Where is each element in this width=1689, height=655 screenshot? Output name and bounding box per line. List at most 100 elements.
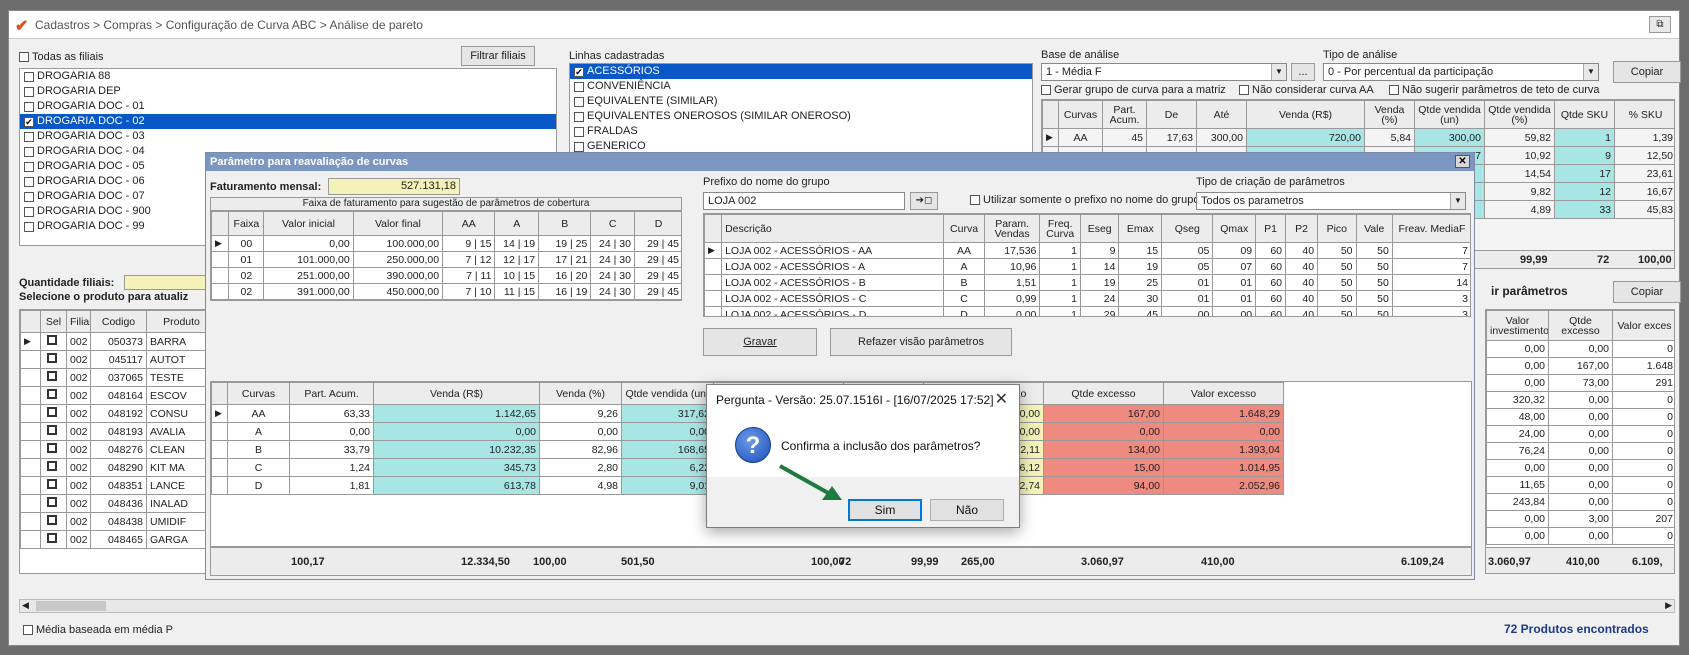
sel-cell[interactable] [40,530,67,549]
sel-checkbox[interactable] [47,443,57,453]
base-dots-button[interactable]: ... [1291,63,1315,81]
table-row[interactable]: 243,84 0,00 0 [1486,493,1674,511]
table-row[interactable]: 002 045117 AUTOT [20,350,214,369]
linha-checkbox[interactable] [574,96,584,107]
table-row[interactable]: 0,00 3,00 207 [1486,510,1674,528]
sel-checkbox[interactable] [47,335,57,345]
table-row[interactable]: 24,00 0,00 0 [1486,425,1674,443]
sel-checkbox[interactable] [47,515,57,525]
sel-cell[interactable] [40,368,67,387]
sim-button[interactable]: Sim [848,499,922,521]
table-row[interactable]: 002 048164 ESCOV [20,386,214,405]
prefixo-input[interactable]: LOJA 002 [703,192,905,210]
linha-checkbox[interactable] [574,141,584,152]
faturamento-field[interactable]: 527.131,18 [328,178,460,195]
maximize-button[interactable]: ⧉ [1649,16,1671,33]
sel-checkbox[interactable] [47,389,57,399]
sel-cell[interactable] [40,476,67,495]
table-row[interactable]: 11,65 0,00 0 [1486,476,1674,494]
filial-item[interactable]: DROGARIA 88 [20,69,556,84]
filial-item[interactable]: DROGARIA DOC - 01 [20,99,556,114]
table-row[interactable]: 0,00 73,00 291 [1486,374,1674,392]
nao-button[interactable]: Não [930,499,1004,521]
table-row[interactable]: 002 048438 UMIDIF [20,512,214,531]
copiar-right-button[interactable]: Copiar [1613,281,1681,303]
scroll-right-icon[interactable]: ▶ [1665,600,1672,611]
filial-checkbox[interactable] [24,131,34,142]
products-grid[interactable]: Sel Filial Codigo Produto ▶ 002 050373 BARRA 00… [19,309,215,574]
table-row[interactable]: ▶ AA 45 17,63 300,00 720,00 5,84 300,00 59,82 1 1,… [1042,128,1674,147]
table-row[interactable]: 320,32 0,00 0 [1486,391,1674,409]
sel-checkbox[interactable] [47,497,57,507]
horizontal-scrollbar[interactable]: ◀ ▶ [19,599,1675,613]
filial-checkbox[interactable] [24,221,34,232]
copiar-top-button[interactable]: Copiar [1613,61,1681,83]
faixa-grid[interactable]: Faixa de faturamento para sugestão de pa… [210,197,682,301]
panel-close-button[interactable]: ✕ [1455,155,1470,168]
filial-item[interactable]: DROGARIA DEP [20,84,556,99]
gerar-grupo-checkbox[interactable]: Gerar grupo de curva para a matriz [1041,84,1226,96]
filial-checkbox[interactable] [24,86,34,97]
table-row[interactable]: LOJA 002 - ACESSÓRIOS - A A 10,96 1 14 19 05 07… [704,258,1470,275]
table-row[interactable]: 02 391.000,00 450.000,00 7 | 10 11 | 15 16 | … [211,283,681,300]
filial-checkbox[interactable] [24,176,34,187]
linha-checkbox[interactable]: ✔ [574,66,584,77]
scroll-thumb[interactable] [36,601,106,611]
table-row[interactable]: LOJA 002 - ACESSÓRIOS - C C 0,99 1 24 30 01 01 6… [704,290,1470,307]
sel-checkbox[interactable] [47,461,57,471]
refazer-button[interactable]: Refazer visão parâmetros [830,328,1012,356]
sel-cell[interactable] [40,458,67,477]
table-row[interactable]: LOJA 002 - ACESSÓRIOS - D D 0,00 1 29 45 00 00 6… [704,306,1470,316]
linha-checkbox[interactable] [574,111,584,122]
linhas-list[interactable]: ✔ ACESSÓRIOS CONVENIÊNCIA EQUIVALENTE (SIMI… [569,63,1033,163]
linha-item[interactable]: FRALDAS [570,124,1032,139]
filial-checkbox[interactable] [24,191,34,202]
table-row[interactable]: LOJA 002 - ACESSÓRIOS - B B 1,51 1 19 25 01 01 6… [704,274,1470,291]
table-row[interactable]: 0,00 167,00 1.648 [1486,357,1674,375]
sel-cell[interactable] [40,422,67,441]
sel-checkbox[interactable] [47,353,57,363]
scroll-left-icon[interactable]: ◀ [22,600,29,611]
table-row[interactable]: 0,00 0,00 0 [1486,527,1674,545]
sel-cell[interactable] [40,386,67,405]
table-row[interactable]: 002 048436 INALAD [20,494,214,513]
right-excesso-grid[interactable]: Valor investimento Qtde excesso Valor exce… [1485,309,1675,574]
filial-checkbox[interactable] [24,101,34,112]
filial-item[interactable]: DROGARIA DOC - 03 [20,129,556,144]
nao-sugerir-checkbox[interactable]: Não sugerir parâmetros de teto de curva [1389,84,1600,96]
gravar-button[interactable]: Gravar [703,328,817,356]
descricao-grid[interactable]: Descrição Curva Param. Vendas Freq. Curva Es… [703,213,1471,317]
sel-cell[interactable] [40,494,67,513]
filial-item[interactable]: ✔ DROGARIA DOC - 02 [20,114,556,129]
tipo-criacao-select[interactable]: Todos os parametros ▼ [1196,192,1466,210]
prefixo-apply-button[interactable]: ➔◻ [910,192,938,210]
table-row[interactable]: 002 048351 LANCE [20,476,214,495]
table-row[interactable]: 002 048193 AVALIA [20,422,214,441]
table-row[interactable]: 0,00 0,00 0 [1486,340,1674,358]
sel-cell[interactable] [40,404,67,423]
usar-prefixo-checkbox[interactable]: Utilizar somente o prefixo no nome do gr… [970,194,1199,206]
linha-checkbox[interactable] [574,126,584,137]
table-row[interactable]: 002 048465 GARGA [20,530,214,549]
table-row[interactable]: ▶ 002 050373 BARRA [20,332,214,351]
filial-checkbox[interactable] [24,71,34,82]
filial-checkbox[interactable] [24,146,34,157]
sel-cell[interactable] [40,332,67,351]
media-checkbox[interactable]: Média baseada em média P [23,624,173,636]
sel-checkbox[interactable] [47,425,57,435]
filial-checkbox[interactable] [24,206,34,217]
table-row[interactable]: 01 101.000,00 250.000,00 7 | 12 12 | 17 17 | … [211,251,681,268]
linha-item[interactable]: EQUIVALENTES ONEROSOS (SIMILAR ONEROSO) [570,109,1032,124]
sel-checkbox[interactable] [47,479,57,489]
table-row[interactable]: 02 251.000,00 390.000,00 7 | 11 10 | 15 16 | … [211,267,681,284]
tipo-analise-select[interactable]: 0 - Por percentual da participação ▼ [1323,63,1599,81]
todas-filiais-checkbox[interactable]: Todas as filiais [19,51,104,63]
table-row[interactable]: 002 048276 CLEAN [20,440,214,459]
dialog-close-button[interactable]: ✕ [995,385,1008,415]
sel-checkbox[interactable] [47,533,57,543]
table-row[interactable]: 002 048192 CONSU [20,404,214,423]
nao-considerar-aa-checkbox[interactable]: Não considerar curva AA [1239,84,1374,96]
sel-checkbox[interactable] [47,407,57,417]
sel-cell[interactable] [40,512,67,531]
table-row[interactable]: ▶ LOJA 002 - ACESSÓRIOS - AA AA 17,536 1 9 15 0… [704,242,1470,259]
